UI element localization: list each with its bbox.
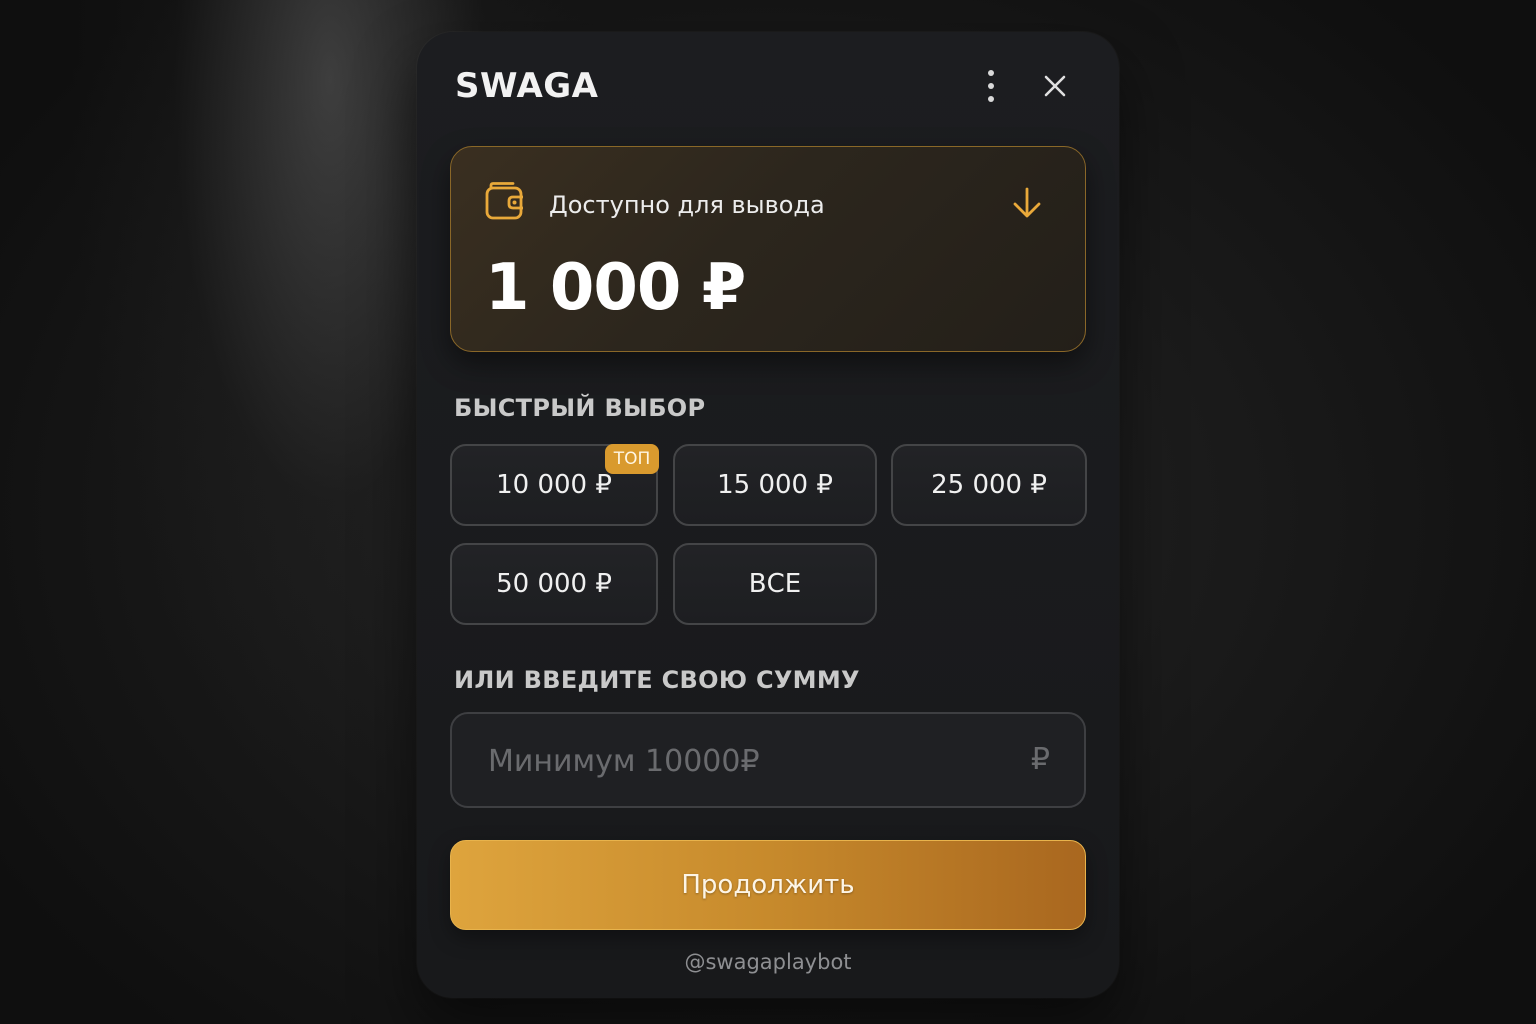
balance-label: Доступно для вывода — [549, 191, 825, 219]
quick-select-label: БЫСТРЫЙ ВЫБОР — [454, 394, 706, 422]
quick-amount-50000[interactable]: 50 000 ₽ — [450, 543, 658, 625]
top-badge: ТОП — [605, 444, 659, 474]
continue-button[interactable]: Продолжить — [450, 840, 1086, 930]
quick-amount-15000[interactable]: 15 000 ₽ — [673, 444, 877, 526]
app-title: SWAGA — [455, 66, 599, 106]
currency-suffix: ₽ — [1030, 742, 1050, 777]
wallet-icon — [485, 181, 525, 221]
balance-card: Доступно для вывода 1 000 ₽ — [450, 146, 1086, 352]
withdraw-panel: SWAGA Доступно для вывода 1 000 ₽ БЫСТРЫ… — [417, 32, 1119, 998]
menu-dot — [988, 96, 994, 102]
bot-handle: @swagaplaybot — [684, 950, 852, 974]
arrow-down-icon[interactable] — [1009, 185, 1045, 221]
quick-amount-all[interactable]: ВСЕ — [673, 543, 877, 625]
custom-amount-label: ИЛИ ВВЕДИТЕ СВОЮ СУММУ — [454, 666, 860, 694]
amount-input[interactable] — [486, 714, 1010, 808]
balance-amount: 1 000 ₽ — [485, 251, 746, 325]
menu-dot — [988, 70, 994, 76]
amount-input-wrapper: ₽ — [450, 712, 1086, 808]
more-vertical-icon[interactable] — [977, 68, 1005, 104]
close-icon[interactable] — [1039, 70, 1071, 102]
menu-dot — [988, 83, 994, 89]
quick-amount-25000[interactable]: 25 000 ₽ — [891, 444, 1087, 526]
